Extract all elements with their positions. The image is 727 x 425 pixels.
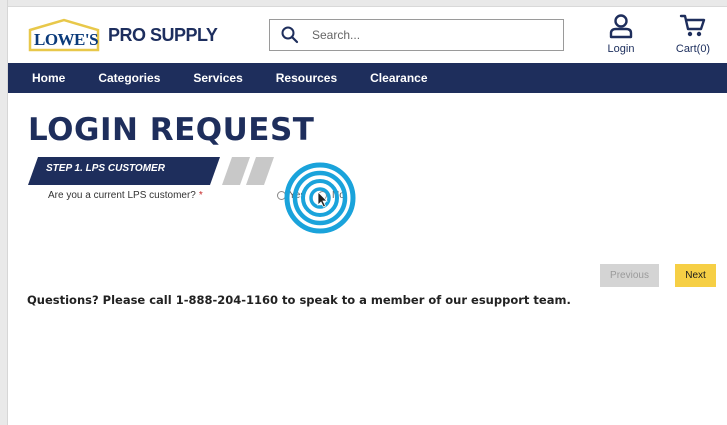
search-input[interactable] [312,28,552,42]
user-icon [609,14,633,39]
question-label: Are you a current LPS customer? * [48,190,203,201]
logo-wordmark: LOWE'S [34,30,99,49]
radio-yes-label[interactable]: Yes [289,190,305,201]
radio-no[interactable] [318,191,327,200]
main-nav: Home Categories Services Resources Clear… [8,63,727,93]
lps-customer-question: Are you a current LPS customer? * Yes No [48,190,448,210]
nav-item-clearance[interactable]: Clearance [370,71,427,85]
nav-item-resources[interactable]: Resources [276,71,337,85]
step-label: STEP 1. LPS CUSTOMER [46,163,165,174]
support-help-text: Questions? Please call 1-888-204-1160 to… [27,293,571,307]
radio-no-label[interactable]: No [332,190,345,201]
cart-label: Cart(0) [675,43,711,55]
login-button[interactable]: Login [601,13,641,55]
step-banner: STEP 1. LPS CUSTOMER [28,157,220,185]
window-left-edge [0,0,8,425]
search-box[interactable] [269,19,564,51]
next-button[interactable]: Next [675,264,716,287]
nav-item-home[interactable]: Home [32,71,65,85]
site-header: LOWE'S PRO SUPPLY Login Cart(0) [8,7,727,63]
window-top-edge [0,0,727,7]
cart-icon [679,14,706,37]
logo-tagline: PRO SUPPLY [108,24,218,45]
step-progress-stripes [222,157,274,185]
lowes-pro-supply-logo[interactable]: LOWE'S PRO SUPPLY [28,16,218,54]
page-title: LOGIN REQUEST [28,112,315,148]
logo-house-mark: LOWE'S [28,18,100,52]
nav-item-categories[interactable]: Categories [98,71,160,85]
cart-button[interactable]: Cart(0) [671,13,715,55]
nav-item-services[interactable]: Services [193,71,242,85]
radio-yes[interactable] [277,191,286,200]
search-icon[interactable] [280,25,300,45]
previous-button[interactable]: Previous [600,264,659,287]
required-mark: * [198,190,203,201]
login-label: Login [607,43,635,55]
